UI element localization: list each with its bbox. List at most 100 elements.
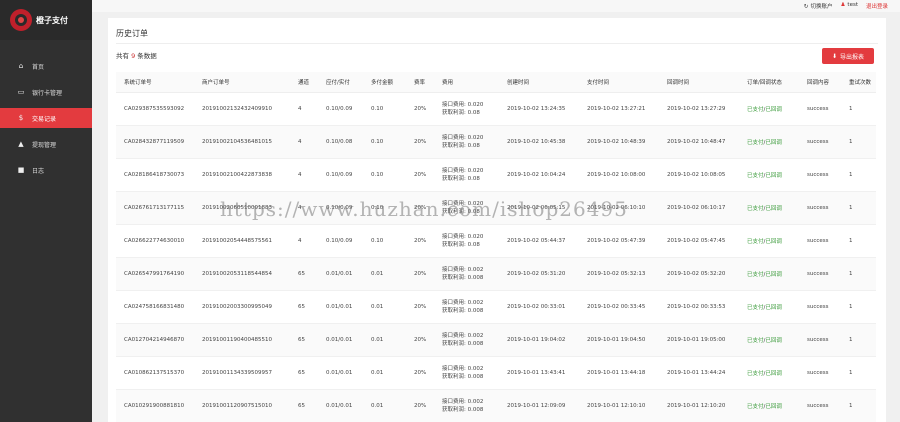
channel: 65: [290, 290, 318, 324]
username: test: [847, 2, 858, 8]
fee-cell: 接口费用: 0.002 获取利润: 0.008: [434, 323, 499, 357]
payable-paid: 0.01/0.01: [318, 290, 363, 324]
callback-time: 2019-10-02 10:08:05: [659, 158, 739, 192]
fee-cell: 接口费用: 0.002 获取利润: 0.008: [434, 356, 499, 390]
fee-value: 0.020: [467, 134, 484, 141]
payable-paid: 0.10/0.09: [318, 224, 363, 258]
created-time: 2019-10-02 10:04:24: [499, 158, 579, 192]
top-actions: ↻ 切换账户 ♟ test 退出登录: [804, 2, 888, 10]
callback-content: success: [799, 158, 841, 192]
retry-count: 1: [841, 323, 876, 357]
switch-account-label: 切换账户: [810, 4, 833, 10]
col-header: 通道: [290, 72, 318, 93]
fee-cell: 接口费用: 0.002 获取利润: 0.008: [434, 257, 499, 291]
paid-time: 2019-10-02 10:08:00: [579, 158, 659, 192]
profit: 获取利润: 0.008: [442, 307, 499, 315]
switch-account-link[interactable]: ↻ 切换账户: [804, 2, 833, 10]
created-time: 2019-10-02 05:31:20: [499, 257, 579, 291]
fee-value: 0.08: [467, 109, 480, 116]
col-header: 回调内容: [799, 72, 841, 93]
payable-paid: 0.10/0.08: [318, 125, 363, 159]
callback-status: 已回调: [765, 106, 782, 113]
paid-status: 已支付: [747, 304, 764, 311]
overpaid-amount: 0.10: [363, 191, 406, 225]
channel: 65: [290, 323, 318, 357]
retry-count: 1: [841, 125, 876, 159]
logout-link[interactable]: 退出登录: [866, 2, 888, 10]
paid-time: 2019-10-02 06:10:10: [579, 191, 659, 225]
merchant-order-id: 20191001134339509957: [194, 356, 290, 390]
order-callback-status: 已支付/已回调: [739, 356, 799, 390]
callback-status: 已回调: [765, 205, 782, 212]
brand-logo[interactable]: 橙子支付: [0, 0, 92, 40]
logo-icon: [10, 9, 32, 31]
fee-label: 获取利润:: [442, 241, 466, 248]
fee-label: 接口费用:: [442, 266, 466, 273]
paid-status: 已支付: [747, 403, 764, 410]
profit: 获取利润: 0.008: [442, 373, 499, 381]
merchant-order-id: 20191002003300995049: [194, 290, 290, 324]
sidebar-item-bank-cards[interactable]: ▭ 银行卡管理: [0, 82, 92, 102]
fee-label: 获取利润:: [442, 307, 466, 314]
sidebar-item-withdraw[interactable]: ▲ 提现管理: [0, 134, 92, 154]
home-icon: ⌂: [18, 62, 24, 70]
retry-count: 1: [841, 356, 876, 390]
sidebar-item-label: 银行卡管理: [32, 89, 63, 97]
table-row: CA028432877119509 20191002104536481015 4 0.…: [116, 125, 876, 159]
fee-label: 接口费用:: [442, 398, 466, 405]
fee-label: 接口费用:: [442, 167, 466, 174]
order-callback-status: 已支付/已回调: [739, 158, 799, 192]
callback-time: 2019-10-02 10:48:47: [659, 125, 739, 159]
download-icon: ⬇: [831, 52, 837, 60]
table-row: CA012704214946870 20191001190400485510 65 0…: [116, 323, 876, 357]
table-row: CA010291900881810 20191001120907515010 65 0…: [116, 389, 876, 422]
fee-value: 0.008: [467, 274, 484, 281]
sidebar: 橙子支付 ⌂ 首页 ▭ 银行卡管理 $ 交易记录 ▲ 提现管理 ■ 日志: [0, 0, 92, 422]
interface-fee: 接口费用: 0.020: [442, 101, 499, 109]
col-header: 费用: [434, 72, 499, 93]
rate: 20%: [406, 158, 434, 192]
fee-label: 获取利润:: [442, 274, 466, 281]
export-report-button[interactable]: ⬇ 导出报表: [822, 48, 874, 64]
card-icon: ▭: [17, 88, 25, 96]
fee-cell: 接口费用: 0.020 获取利润: 0.08: [434, 224, 499, 258]
fee-label: 接口费用:: [442, 200, 466, 207]
channel: 65: [290, 356, 318, 390]
callback-time: 2019-10-02 05:32:20: [659, 257, 739, 291]
sidebar-item-home[interactable]: ⌂ 首页: [0, 56, 92, 76]
callback-status: 已回调: [765, 271, 782, 278]
brand-name: 橙子支付: [36, 15, 68, 25]
paid-time: 2019-10-02 13:27:21: [579, 92, 659, 126]
channel: 4: [290, 125, 318, 159]
profit: 获取利润: 0.08: [442, 241, 499, 249]
orders-table: 系统订单号 商户订单号 通道 应付/实付 多付金额 费率 费用 创建时间 支付时…: [116, 72, 876, 422]
page-title: 历史订单: [116, 29, 148, 38]
callback-content: success: [799, 125, 841, 159]
order-callback-status: 已支付/已回调: [739, 257, 799, 291]
system-order-id: CA028186418730073: [116, 158, 194, 192]
sidebar-item-label: 首页: [32, 63, 45, 71]
user-link[interactable]: ♟ test: [840, 2, 858, 10]
rate: 20%: [406, 257, 434, 291]
fee-label: 接口费用:: [442, 332, 466, 339]
sidebar-item-logs[interactable]: ■ 日志: [0, 160, 92, 180]
retry-count: 1: [841, 389, 876, 422]
payable-paid: 0.01/0.01: [318, 356, 363, 390]
paid-time: 2019-10-01 13:44:18: [579, 356, 659, 390]
system-order-id: CA026547991764190: [116, 257, 194, 291]
overpaid-amount: 0.01: [363, 257, 406, 291]
table-row: CA024758166831480 20191002003300995049 65 0…: [116, 290, 876, 324]
payable-paid: 0.01/0.01: [318, 257, 363, 291]
summary-suffix: 条数据: [137, 52, 157, 60]
fee-cell: 接口费用: 0.020 获取利润: 0.08: [434, 92, 499, 126]
overpaid-amount: 0.01: [363, 290, 406, 324]
table-row: CA028186418730073 20191002100422873838 4 0.…: [116, 158, 876, 192]
sidebar-item-transactions[interactable]: $ 交易记录: [0, 108, 92, 128]
fee-label: 获取利润:: [442, 175, 466, 182]
interface-fee: 接口费用: 0.020: [442, 200, 499, 208]
rate: 20%: [406, 323, 434, 357]
paid-status: 已支付: [747, 370, 764, 377]
fee-label: 接口费用:: [442, 134, 466, 141]
rate: 20%: [406, 125, 434, 159]
fee-value: 0.08: [467, 175, 480, 182]
